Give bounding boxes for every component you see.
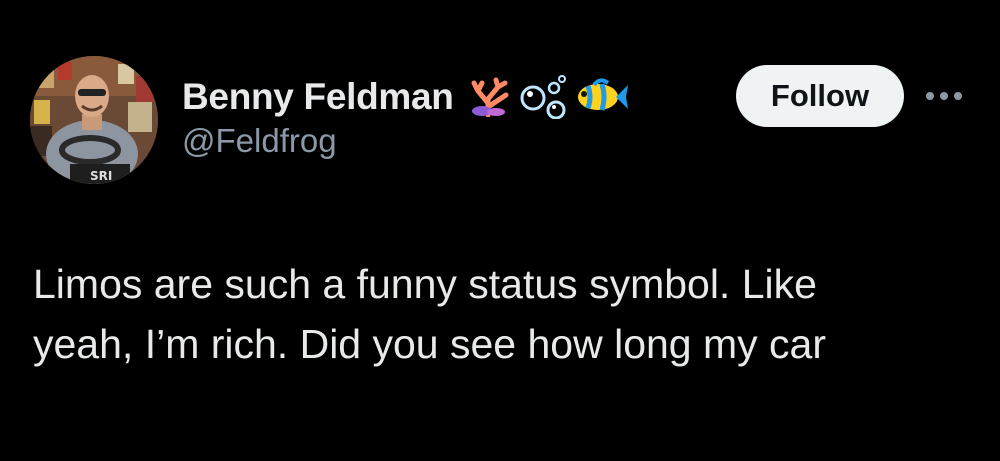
user-handle[interactable]: @Feldfrog (182, 122, 337, 160)
profile-photo: SRI (30, 56, 158, 184)
tropical-fish-emoji-icon (576, 77, 628, 117)
more-dots-icon (926, 92, 962, 100)
svg-text:SRI: SRI (90, 169, 112, 183)
tweet-card: SRI Benny Feldman @Feldfrog Follow Limos… (0, 0, 1000, 461)
coral-emoji-icon (468, 77, 510, 117)
tweet-text: Limos are such a funny status symbol. Li… (33, 254, 983, 374)
tweet-text-line: Limos are such a funny status symbol. Li… (33, 261, 817, 307)
user-name-row: Benny Feldman (182, 72, 628, 122)
more-options-button[interactable] (920, 82, 968, 110)
follow-button[interactable]: Follow (736, 65, 904, 127)
bubbles-emoji-icon (520, 75, 568, 119)
display-name[interactable]: Benny Feldman (182, 76, 454, 118)
tweet-text-line: yeah, I’m rich. Did you see how long my … (33, 321, 826, 367)
avatar[interactable]: SRI (30, 56, 158, 184)
